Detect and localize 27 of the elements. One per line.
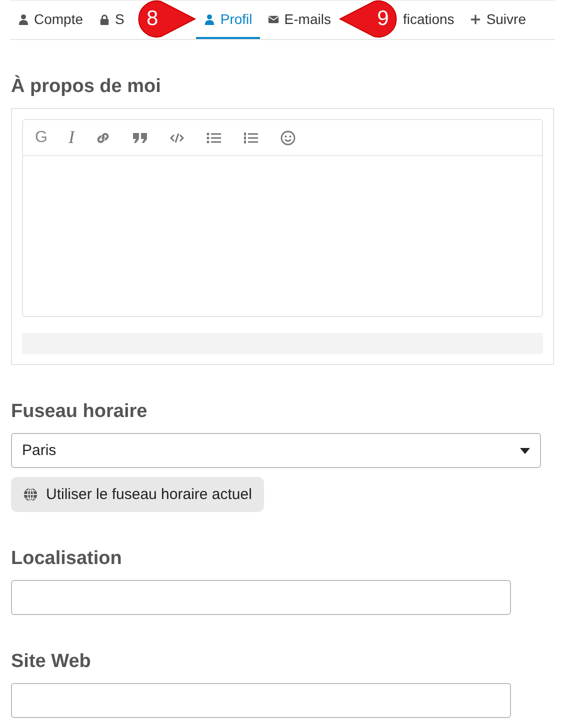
location-field[interactable] xyxy=(11,580,511,615)
tab[interactable]: Profil xyxy=(196,1,260,39)
italic-button[interactable]: I xyxy=(68,127,74,148)
section-heading: Localisation xyxy=(11,548,123,570)
section-heading: Fuseau horaire xyxy=(11,401,148,423)
timezone-dropdown[interactable]: Paris xyxy=(11,433,541,468)
emoji-icon[interactable] xyxy=(280,130,296,146)
mail-icon xyxy=(268,14,280,24)
section-heading: À propos de moi xyxy=(11,76,162,98)
text-editor[interactable]: G I xyxy=(22,119,543,317)
current-timezone-button[interactable]: Utiliser le fuseau horaire actuel xyxy=(11,477,264,512)
caret-icon xyxy=(520,448,530,454)
tab[interactable]: Suivre xyxy=(462,1,534,39)
user-icon xyxy=(18,14,29,24)
tab[interactable]: fications xyxy=(402,1,462,39)
numbered-list-icon[interactable] xyxy=(243,130,260,146)
tab[interactable]: E-mails xyxy=(260,1,339,39)
tab[interactable]: S xyxy=(91,1,132,39)
website-field[interactable] xyxy=(11,683,511,718)
bullet-list-icon[interactable] xyxy=(206,130,222,146)
globe-icon xyxy=(23,487,38,502)
user-icon xyxy=(204,14,216,24)
section-heading: Site Web xyxy=(11,651,92,673)
lock-icon xyxy=(99,14,110,24)
plus-icon xyxy=(470,14,482,24)
tab[interactable]: Compte xyxy=(10,1,92,39)
bold-button[interactable]: G xyxy=(35,128,48,146)
